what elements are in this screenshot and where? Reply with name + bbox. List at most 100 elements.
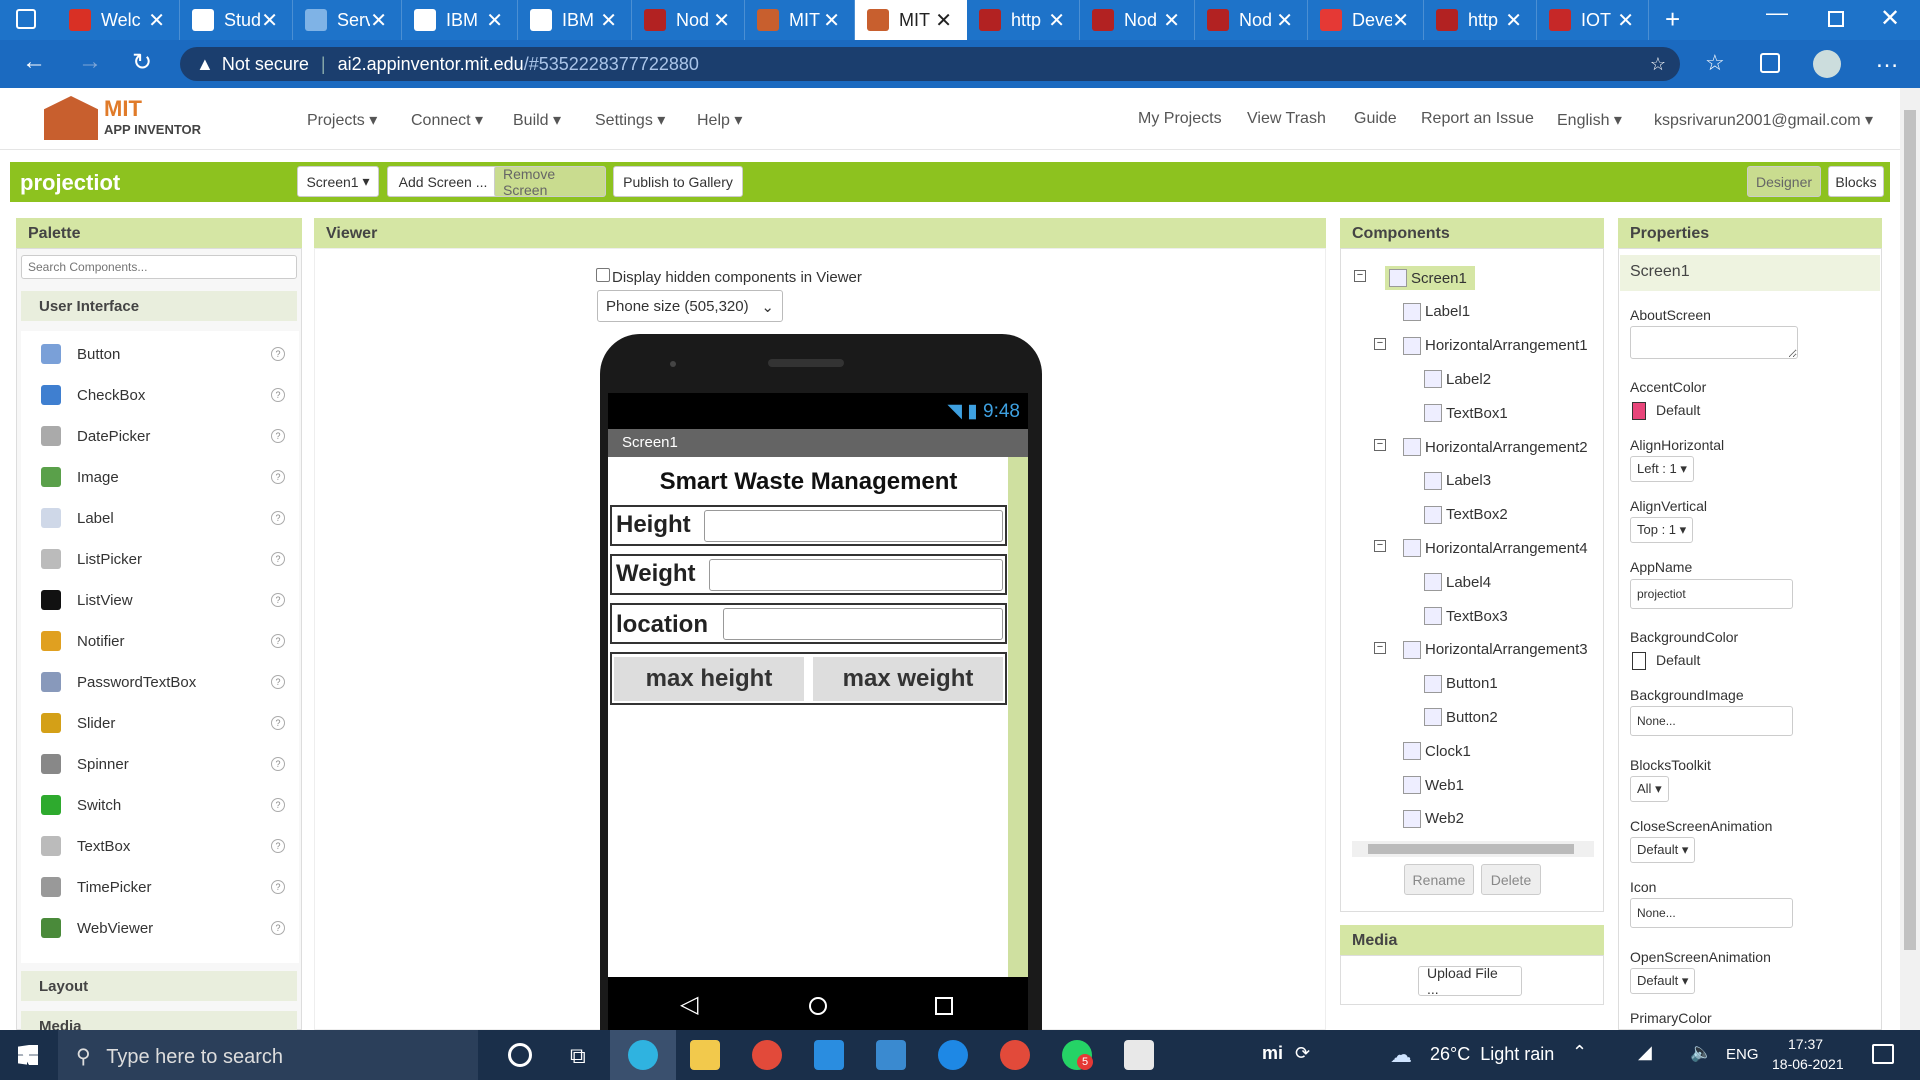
align-horizontal-select[interactable]: Left : 1 ▾	[1630, 456, 1694, 482]
tab-close-icon[interactable]: ✕	[1163, 8, 1180, 33]
tree-item-web1[interactable]: Web1	[1403, 773, 1464, 797]
browser-tab[interactable]: http ✕	[1424, 0, 1537, 40]
tree-item-web2[interactable]: Web2	[1403, 807, 1464, 831]
network-icon[interactable]: ◢	[1638, 1042, 1652, 1063]
blocks-button[interactable]: Blocks	[1828, 166, 1884, 197]
palette-category-ui[interactable]: User Interface	[21, 291, 297, 321]
horizontal-arrangement-4[interactable]: location	[610, 603, 1007, 644]
horizontal-arrangement-1[interactable]: Height	[610, 505, 1007, 546]
palette-item-button[interactable]: Button?	[21, 339, 301, 369]
sync-icon[interactable]: ⟳	[1295, 1043, 1310, 1064]
designer-button[interactable]: Designer	[1747, 166, 1821, 197]
help-icon[interactable]: ?	[271, 511, 285, 525]
browser-tab[interactable]: http ✕	[967, 0, 1080, 40]
help-icon[interactable]: ?	[271, 470, 285, 484]
menu-help[interactable]: Help ▾	[697, 110, 742, 130]
tree-toggle-icon[interactable]: −	[1374, 439, 1386, 451]
mi-icon[interactable]: mi	[1262, 1043, 1283, 1064]
tree-item-textbox2[interactable]: TextBox2	[1424, 503, 1508, 527]
link-my-projects[interactable]: My Projects	[1138, 110, 1222, 128]
clock-date[interactable]: 18-06-2021	[1772, 1056, 1844, 1072]
tab-close-icon[interactable]: ✕	[1276, 8, 1293, 33]
windows-start-icon[interactable]	[18, 1045, 38, 1065]
palette-search-input[interactable]	[21, 255, 297, 279]
nav-back-icon[interactable]: ◁	[680, 990, 698, 1019]
palette-item-passwordtextbox[interactable]: PasswordTextBox?	[21, 667, 301, 697]
align-vertical-select[interactable]: Top : 1 ▾	[1630, 517, 1694, 543]
tree-toggle-icon[interactable]: −	[1374, 641, 1386, 654]
textbox3[interactable]	[723, 608, 1003, 640]
chrome-icon[interactable]	[752, 1040, 782, 1070]
help-icon[interactable]: ?	[271, 716, 285, 730]
menu-build[interactable]: Build ▾	[513, 110, 561, 130]
tab-actions-icon[interactable]	[16, 9, 36, 29]
help-icon[interactable]: ?	[271, 552, 285, 566]
palette-item-timepicker[interactable]: TimePicker?	[21, 872, 301, 902]
page-scrollbar-thumb[interactable]	[1904, 110, 1916, 950]
delete-button[interactable]: Delete	[1481, 864, 1541, 895]
label3-weight[interactable]: Weight	[616, 560, 696, 588]
browser-tab[interactable]: IBM ✕	[518, 0, 632, 40]
hidden-components-checkbox[interactable]	[596, 268, 610, 282]
icon-input[interactable]: None...	[1630, 898, 1793, 928]
new-tab-icon[interactable]: +	[1665, 4, 1680, 35]
label2-height[interactable]: Height	[616, 511, 691, 539]
palette-item-label[interactable]: Label?	[21, 503, 301, 533]
minimize-icon[interactable]: —	[1766, 0, 1788, 26]
help-icon[interactable]: ?	[271, 634, 285, 648]
tree-hscroll-thumb[interactable]	[1368, 844, 1574, 854]
tray-chevron-icon[interactable]: ⌃	[1572, 1042, 1587, 1063]
page-scrollbar[interactable]	[1900, 88, 1920, 1030]
link-report-an-issue[interactable]: Report an Issue	[1421, 110, 1534, 128]
chrome-icon-2[interactable]	[1000, 1040, 1030, 1070]
tab-close-icon[interactable]: ✕	[600, 8, 617, 33]
tree-hscroll[interactable]	[1352, 841, 1594, 857]
browser-tab[interactable]: Serv ✕	[293, 0, 402, 40]
accent-color-swatch[interactable]	[1632, 402, 1646, 420]
weather-text[interactable]: 26°C Light rain	[1430, 1044, 1554, 1065]
browser-tab[interactable]: Stud ✕	[180, 0, 293, 40]
tree-item-button1[interactable]: Button1	[1424, 672, 1498, 696]
add-favorite-icon[interactable]: ☆	[1650, 54, 1666, 75]
input-language[interactable]: ENG	[1726, 1046, 1759, 1063]
volume-icon[interactable]: 🔈	[1690, 1042, 1712, 1063]
palette-item-image[interactable]: Image?	[21, 462, 301, 492]
close-animation-select[interactable]: Default ▾	[1630, 837, 1696, 863]
upload-file-button[interactable]: Upload File ...	[1418, 965, 1522, 997]
clock-time[interactable]: 17:37	[1788, 1036, 1823, 1052]
app-icon[interactable]	[938, 1040, 968, 1070]
background-color-swatch[interactable]	[1632, 652, 1646, 670]
publish-button[interactable]: Publish to Gallery	[613, 166, 743, 197]
tree-item-button2[interactable]: Button2	[1424, 705, 1498, 729]
url-input[interactable]: ▲ Not secure | ai2.appinventor.mit.edu /…	[180, 47, 1680, 81]
file-explorer-icon[interactable]	[690, 1040, 720, 1070]
tree-item-horizontalarrangement3[interactable]: HorizontalArrangement3	[1403, 638, 1588, 662]
help-icon[interactable]: ?	[271, 757, 285, 771]
tab-close-icon[interactable]: ✕	[935, 8, 952, 33]
menu-projects[interactable]: Projects ▾	[307, 110, 377, 130]
browser-tab[interactable]: MIT ✕	[745, 0, 855, 40]
more-menu-icon[interactable]: …	[1875, 46, 1899, 74]
button1-max-height[interactable]: max height	[614, 657, 804, 701]
about-screen-input[interactable]	[1630, 326, 1798, 359]
palette-item-textbox[interactable]: TextBox?	[21, 831, 301, 861]
account-menu[interactable]: kspsrivarun2001@gmail.com ▾	[1654, 110, 1873, 130]
task-view-icon[interactable]: ⧉	[570, 1043, 586, 1069]
tree-item-horizontalarrangement2[interactable]: HorizontalArrangement2	[1403, 435, 1588, 459]
tab-close-icon[interactable]: ✕	[370, 8, 387, 33]
help-icon[interactable]: ?	[271, 880, 285, 894]
tab-close-icon[interactable]: ✕	[148, 8, 165, 33]
textbox1[interactable]	[704, 510, 1003, 542]
background-image-input[interactable]: None...	[1630, 706, 1793, 736]
palette-item-notifier[interactable]: Notifier?	[21, 626, 301, 656]
help-icon[interactable]: ?	[271, 798, 285, 812]
palette-item-listview[interactable]: ListView?	[21, 585, 301, 615]
palette-item-switch[interactable]: Switch?	[21, 790, 301, 820]
help-icon[interactable]: ?	[271, 429, 285, 443]
tab-close-icon[interactable]: ✕	[823, 8, 840, 33]
palette-item-checkbox[interactable]: CheckBox?	[21, 380, 301, 410]
label4-location[interactable]: location	[616, 611, 708, 639]
tab-close-icon[interactable]: ✕	[1617, 8, 1634, 33]
browser-tab[interactable]: Deve ✕	[1308, 0, 1424, 40]
tree-item-label3[interactable]: Label3	[1424, 469, 1491, 493]
